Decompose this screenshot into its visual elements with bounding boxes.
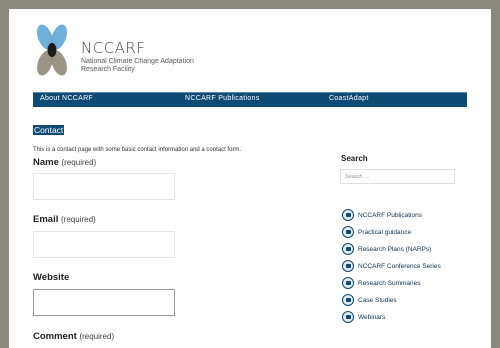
comment-label: Comment (required)	[33, 331, 114, 342]
email-required: (required)	[61, 215, 96, 224]
name-label-text: Name	[33, 157, 59, 168]
brand-name: NCCARF	[81, 39, 146, 57]
site-logo[interactable]: NCCARF National Climate Change Adaptatio…	[33, 23, 194, 85]
book-icon	[342, 209, 354, 221]
sidebar-link-conference-series[interactable]: NCCARF Conference Series	[342, 260, 441, 272]
comment-label-text: Comment	[33, 331, 77, 342]
sidebar-link-webinars[interactable]: Webinars	[342, 311, 385, 323]
conference-icon	[342, 260, 354, 272]
brand-subtitle: National Climate Change Adaptation Resea…	[81, 58, 194, 73]
website-label: Website	[33, 272, 69, 283]
comment-required: (required)	[79, 332, 115, 341]
search-input[interactable]: Search …	[340, 169, 455, 184]
sidebar-link-label: Case Studies	[358, 296, 397, 304]
email-label: Email (required)	[33, 214, 96, 225]
nccarf-logo-icon	[37, 24, 67, 76]
main-nav: About NCCARF NCCARF Publications CoastAd…	[33, 92, 467, 107]
magnifier-icon	[342, 277, 354, 289]
page-title: Contact	[33, 125, 65, 135]
page: NCCARF National Climate Change Adaptatio…	[9, 9, 491, 348]
name-label: Name (required)	[33, 157, 96, 168]
plan-icon	[342, 243, 354, 255]
sidebar-link-label: Research Summaries	[358, 279, 421, 287]
sidebar-link-publications[interactable]: NCCARF Publications	[342, 209, 422, 221]
email-label-text: Email	[33, 214, 59, 225]
guidance-icon	[342, 226, 354, 238]
sidebar-link-research-plans[interactable]: Research Plans (NARPs)	[342, 243, 431, 255]
sidebar-link-label: NCCARF Publications	[358, 211, 422, 219]
sidebar-link-label: Webinars	[358, 313, 386, 321]
nav-item-publications[interactable]: NCCARF Publications	[185, 95, 260, 102]
name-required: (required)	[61, 158, 97, 167]
sidebar-link-practical-guidance[interactable]: Practical guidance	[342, 226, 411, 238]
screen-icon	[342, 311, 354, 323]
sidebar-link-research-summaries[interactable]: Research Summaries	[342, 277, 421, 289]
sidebar-link-label: Research Plans (NARPs)	[358, 245, 432, 253]
email-input[interactable]	[33, 231, 175, 258]
search-title: Search	[341, 154, 368, 163]
website-label-text: Website	[33, 272, 70, 283]
intro-text: This is a contact page with some basic c…	[33, 147, 242, 153]
website-input[interactable]	[33, 289, 175, 316]
nav-item-about[interactable]: About NCCARF	[40, 95, 93, 102]
sidebar-link-label: Practical guidance	[358, 228, 412, 236]
sidebar-link-label: NCCARF Conference Series	[358, 262, 441, 270]
sidebar-link-case-studies[interactable]: Case Studies	[342, 294, 397, 306]
nav-item-coastadapt[interactable]: CoastAdapt	[329, 95, 369, 102]
name-input[interactable]	[33, 173, 175, 200]
briefcase-icon	[342, 294, 354, 306]
